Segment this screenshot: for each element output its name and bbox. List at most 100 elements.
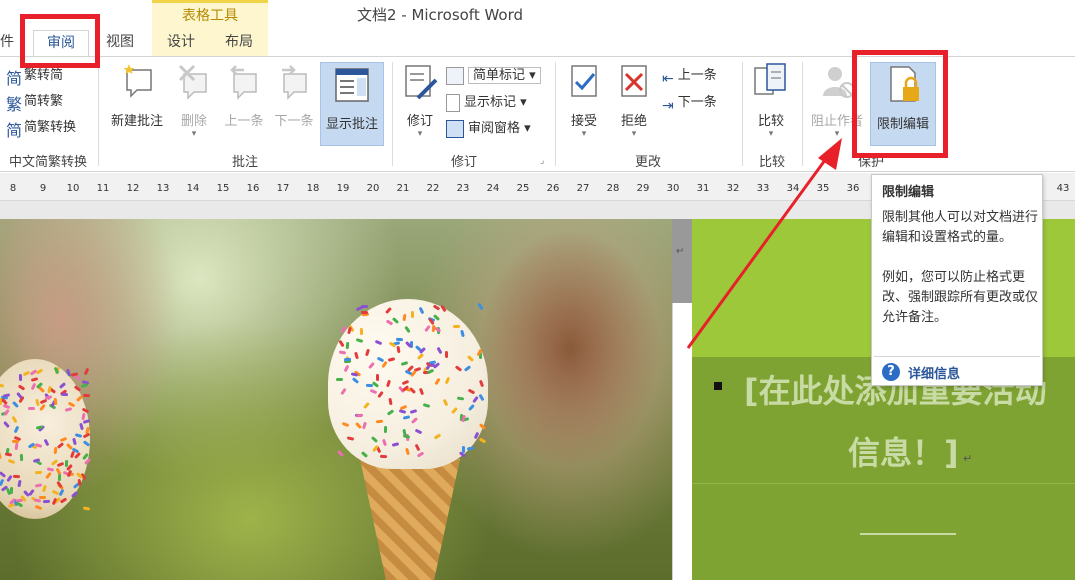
photo-detail (360, 459, 460, 580)
table-column-selected (672, 219, 692, 303)
ruler-tick-label: 25 (516, 183, 530, 194)
ruler-tick-label: 30 (666, 183, 680, 194)
tooltip-divider (874, 356, 1040, 357)
ruler-tick-label: 28 (606, 183, 620, 194)
delete-comment-button[interactable]: 删除 ▾ (172, 62, 216, 139)
simplified-to-traditional-button[interactable]: 繁简转繁 (6, 90, 63, 114)
compare-icon (754, 63, 786, 95)
next-comment-button[interactable]: 下一条 (270, 62, 318, 129)
group-label-changes: 更改 (634, 155, 661, 170)
traditional-to-simplified-icon: 简 (6, 68, 23, 88)
compare-button[interactable]: 比较 ▾ (748, 62, 794, 139)
previous-change-label: 上一条 (677, 68, 717, 83)
ruler-tick-label: 12 (126, 183, 140, 194)
ruler-tick-label: 19 (336, 183, 350, 194)
chinese-convert-button[interactable]: 简简繁转换 (6, 116, 76, 140)
ruler-tick-label: 14 (186, 183, 200, 194)
show-markup-icon (446, 93, 460, 112)
reject-change-button[interactable]: 拒绝 ▾ (612, 62, 656, 139)
next-change-button[interactable]: ⇥ 下一条 (662, 91, 717, 115)
tooltip-paragraph: 限制其他人可以对文档进行编辑和设置格式的量。 (882, 210, 1039, 245)
next-change-label: 下一条 (677, 95, 717, 110)
sprinkle (38, 495, 46, 499)
annotation-box-review-tab (20, 14, 100, 68)
sprinkle (27, 406, 35, 410)
ruler-tick-label: 22 (426, 183, 440, 194)
ruler-tick-label: 11 (96, 183, 110, 194)
previous-comment-button[interactable]: 上一条 (220, 62, 268, 129)
sprinkle (467, 446, 475, 451)
ruler-tick-label: 27 (576, 183, 590, 194)
show-comments-button[interactable]: 显示批注 (320, 62, 384, 146)
sprinkle (53, 398, 58, 406)
markup-mode-value: 简单标记 ▾ (468, 67, 541, 84)
tooltip-title: 限制编辑 (882, 185, 935, 200)
chinese-convert-label: 简繁转换 (24, 120, 77, 135)
chevron-down-icon: ▾ (768, 129, 774, 139)
tooltip-paragraph: 例如，您可以防止格式更改、强制跟踪所有更改或仅允许备注。 (882, 270, 1039, 325)
sprinkle (355, 413, 363, 417)
review-pane-button[interactable]: 审阅窗格 ▾ (446, 117, 531, 141)
sprinkle (82, 393, 90, 397)
simplified-to-traditional-label: 简转繁 (24, 94, 64, 109)
group-label-comments: 批注 (231, 155, 258, 170)
sprinkle (410, 310, 415, 318)
ruler-tick-label: 13 (156, 183, 170, 194)
sprinkle (453, 325, 460, 329)
sprinkle (13, 474, 21, 478)
ruler-tick-label: 21 (396, 183, 410, 194)
traditional-to-simplified-label: 繁转简 (24, 68, 64, 83)
help-icon[interactable]: ? (882, 363, 900, 381)
ruler-tick-label: 43 (1056, 183, 1070, 194)
dialog-launcher-icon[interactable]: ⌟ (540, 156, 544, 166)
ruler-tick-label: 10 (66, 183, 80, 194)
paragraph-mark: ↵ (963, 452, 973, 465)
sprinkle (82, 506, 91, 511)
sprinkle (379, 454, 387, 459)
next-comment-label: 下一条 (274, 114, 314, 129)
review-pane-icon (446, 119, 464, 138)
ruler-tick-label: 31 (696, 183, 710, 194)
track-changes-label: 修订 (406, 114, 433, 129)
show-comments-icon (335, 68, 369, 102)
sprinkle (343, 357, 351, 362)
tab-view[interactable]: 视图 (100, 30, 140, 56)
sprinkle (384, 425, 388, 433)
group-separator (802, 62, 803, 166)
previous-change-button[interactable]: ⇤ 上一条 (662, 64, 717, 88)
ruler-tick-label: 18 (306, 183, 320, 194)
sprinkle (42, 499, 50, 504)
markup-mode-dropdown[interactable]: 简单标记 ▾ (446, 64, 541, 88)
placeholder-text-continued[interactable]: 信息！] (848, 428, 959, 474)
sprinkle (336, 449, 344, 457)
accept-change-button[interactable]: 接受 ▾ (562, 62, 606, 139)
tab-layout[interactable]: 布局 (210, 30, 268, 56)
reject-label: 拒绝 (620, 114, 647, 129)
ruler-tick-label: 33 (756, 183, 770, 194)
chevron-down-icon: ▾ (191, 129, 197, 139)
sprinkle (81, 382, 89, 388)
next-change-icon: ⇥ (662, 97, 674, 114)
ruler-tick-label: 26 (546, 183, 560, 194)
track-changes-icon (405, 65, 438, 100)
document-photo[interactable] (0, 219, 672, 580)
sprinkle (64, 459, 69, 467)
markup-mode-icon (446, 66, 464, 85)
ruler-tick-label: 23 (456, 183, 470, 194)
tab-file[interactable]: 件 (0, 30, 18, 56)
tooltip-help-link[interactable]: 详细信息 (908, 363, 960, 382)
chevron-down-icon: ▾ (631, 129, 637, 139)
next-comment-icon (282, 65, 307, 100)
new-comment-button[interactable]: 新建批注 (104, 62, 170, 129)
photo-detail (328, 299, 488, 469)
sprinkle (375, 374, 379, 382)
ruler-tick-label: 24 (486, 183, 500, 194)
chinese-convert-icon: 简 (6, 120, 23, 140)
show-comments-label: 显示批注 (325, 117, 378, 132)
tab-design[interactable]: 设计 (152, 30, 210, 56)
ruler-tick-label: 36 (846, 183, 860, 194)
show-markup-button[interactable]: 显示标记 ▾ (446, 91, 527, 115)
sprinkle (445, 350, 449, 359)
track-changes-button[interactable]: 修订 ▾ (398, 62, 442, 139)
delete-comment-label: 删除 (180, 114, 207, 129)
